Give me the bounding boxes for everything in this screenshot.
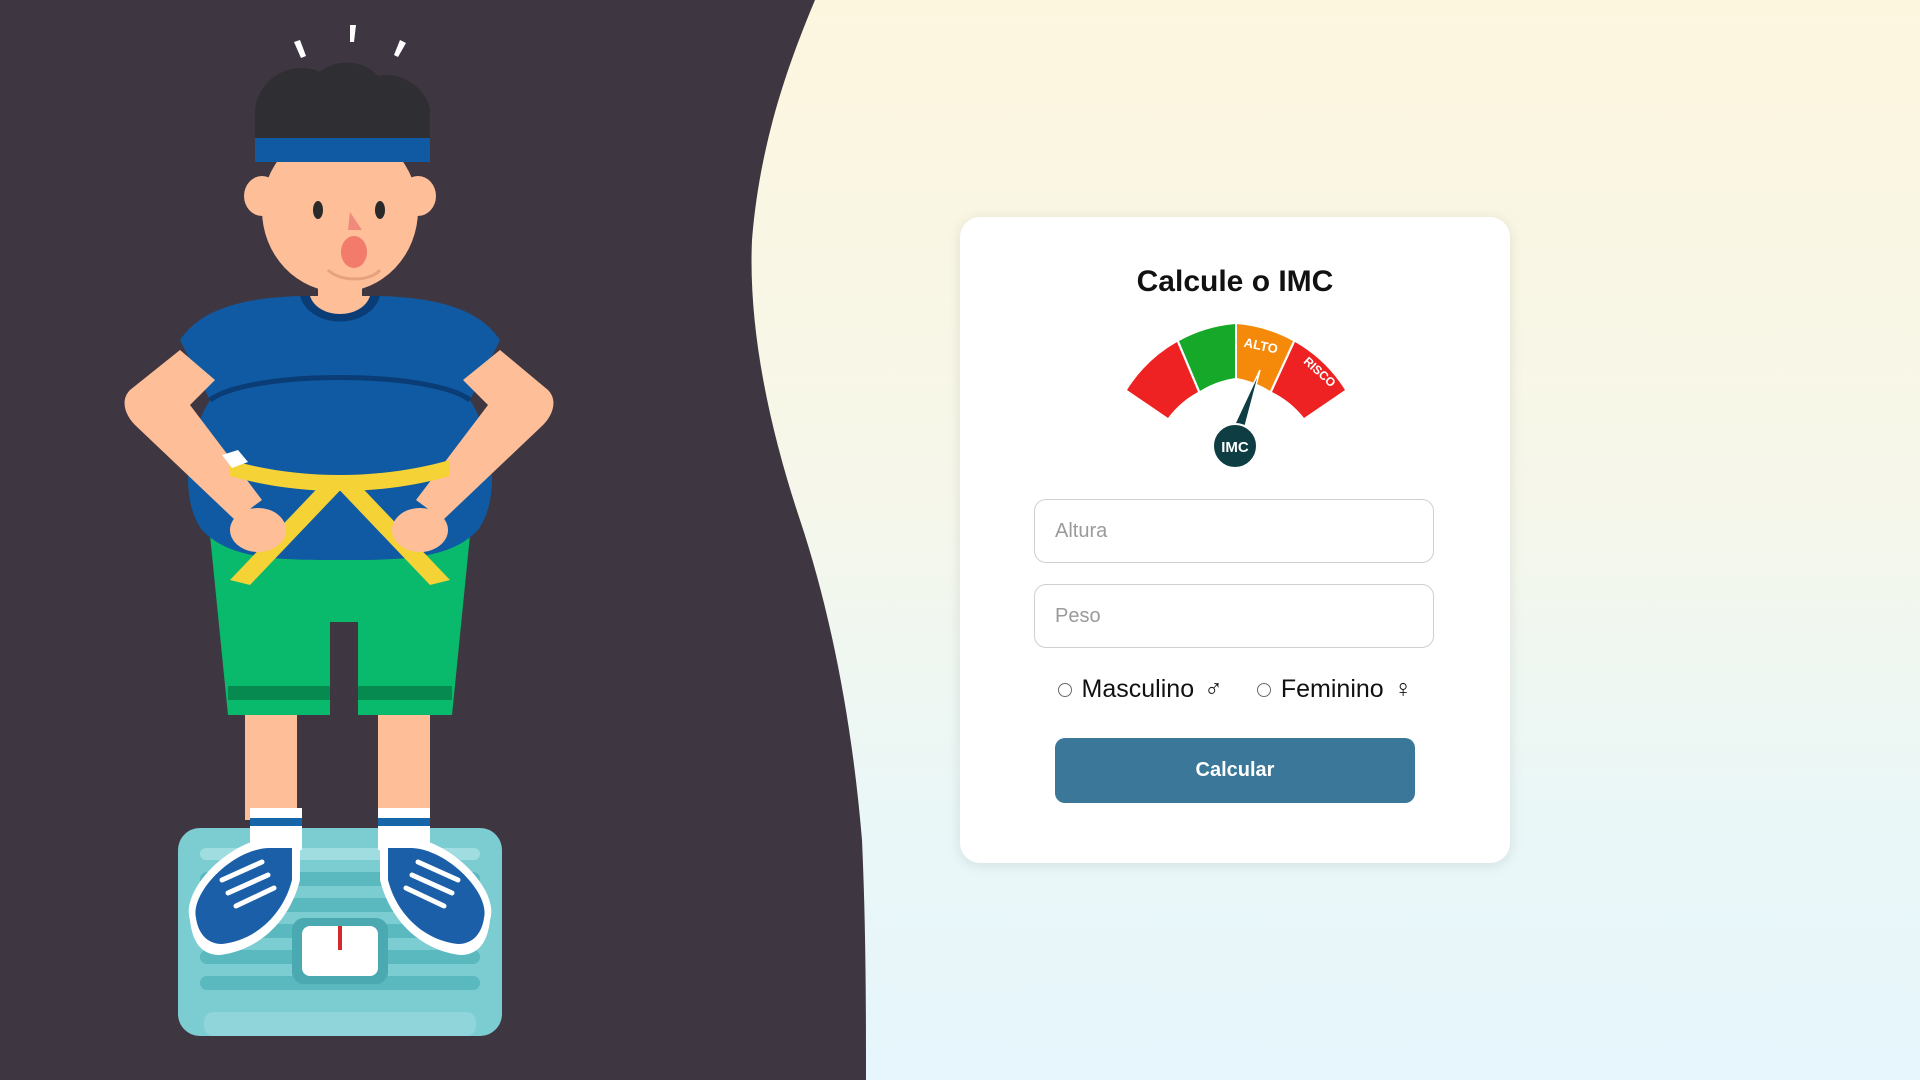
page: Calcule o IMC ALTO RISCO IMC Masculino ♂ <box>0 0 1920 1080</box>
blue-shirt <box>180 296 500 560</box>
head <box>244 62 436 292</box>
imc-gauge: ALTO RISCO IMC <box>1127 324 1345 469</box>
female-symbol-icon: ♀ <box>1393 675 1413 703</box>
male-symbol-icon: ♂ <box>1204 675 1223 703</box>
female-label: Feminino <box>1280 675 1384 703</box>
gender-option-male[interactable]: Masculino ♂ <box>1057 675 1223 704</box>
weight-input[interactable] <box>1034 584 1434 648</box>
height-input[interactable] <box>1034 499 1434 563</box>
person-on-scale-illustration <box>124 25 554 1036</box>
gauge-center-label: IMC <box>1221 439 1249 456</box>
imc-form-card: Calcule o IMC ALTO RISCO IMC Masculino ♂ <box>960 217 1510 863</box>
surprise-marks <box>294 25 406 58</box>
calculate-button[interactable]: Calcular <box>1055 738 1415 803</box>
male-label: Masculino <box>1081 675 1195 703</box>
female-radio-button[interactable] <box>1256 682 1271 697</box>
gender-radio-group: Masculino ♂ Feminino ♀ <box>960 675 1510 704</box>
form-title: Calcule o IMC <box>1136 265 1334 298</box>
gender-option-female[interactable]: Feminino ♀ <box>1256 675 1413 704</box>
male-radio-button[interactable] <box>1057 682 1072 697</box>
